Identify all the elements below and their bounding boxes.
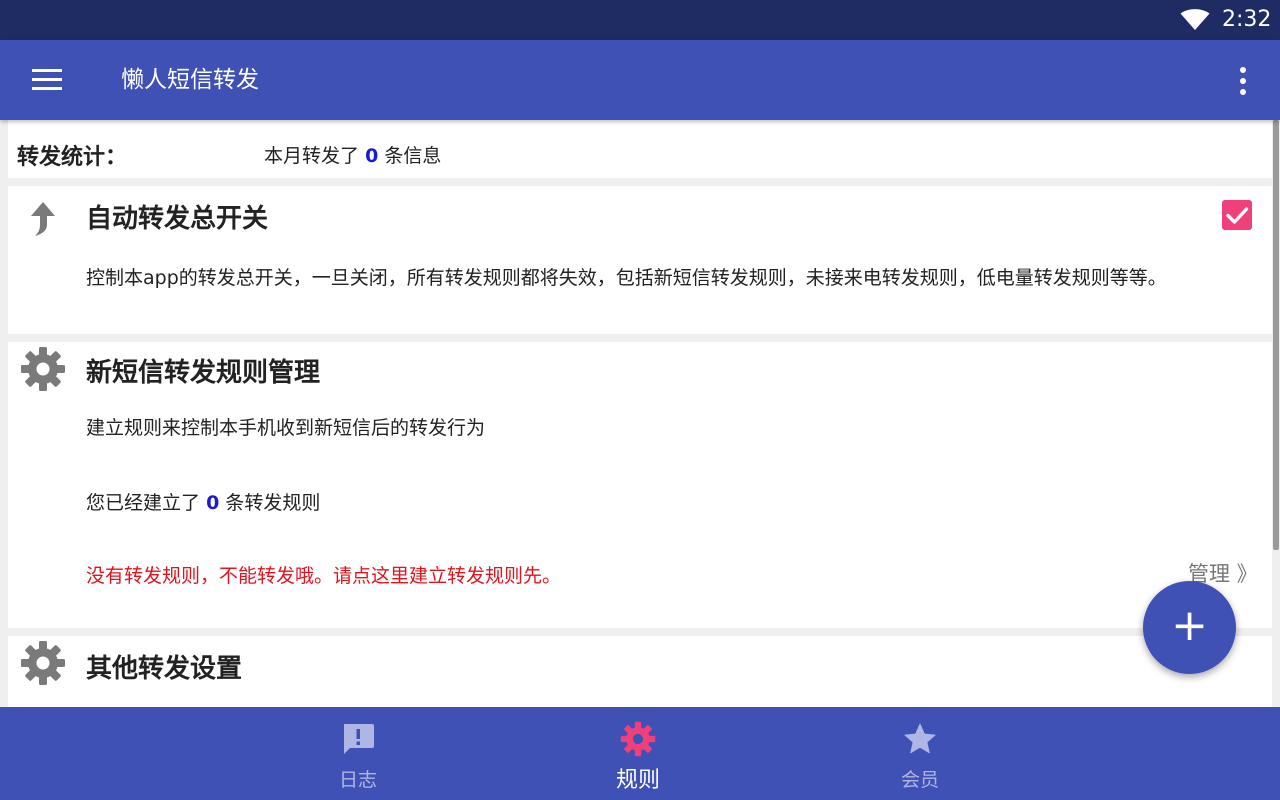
more-vert-icon[interactable] — [1230, 64, 1256, 98]
stats-count: 0 — [365, 145, 379, 167]
nav-log[interactable]: 日志 — [278, 707, 438, 800]
no-rules-warning-link[interactable]: 没有转发规则，不能转发哦。请点这里建立转发规则先。 — [86, 561, 561, 588]
forward-stats: 转发统计： 本月转发了 0 条信息 — [8, 120, 1272, 178]
rule-count-text: 您已经建立了 0 条转发规则 — [86, 491, 1186, 515]
auto-forward-checkbox[interactable] — [1222, 200, 1252, 230]
nav-rules[interactable]: 规则 — [558, 707, 718, 800]
status-time: 2:32 — [1222, 7, 1272, 32]
add-rule-button[interactable]: + — [1143, 581, 1236, 674]
stats-prefix: 本月转发了 — [264, 145, 360, 167]
forward-arrow-icon — [31, 202, 55, 236]
add-icon: + — [1171, 600, 1208, 651]
content-scrollbar[interactable] — [1273, 120, 1279, 550]
auto-forward-description: 控制本app的转发总开关，一旦关闭，所有转发规则都将失效，包括新短信转发规则，未… — [86, 267, 1167, 289]
rule-count: 0 — [206, 492, 220, 514]
nav-vip-label: 会员 — [900, 769, 939, 791]
wifi-icon — [1180, 9, 1210, 30]
auto-forward-card[interactable]: 自动转发总开关 控制本app的转发总开关，一旦关闭，所有转发规则都将失效，包括新… — [8, 186, 1272, 334]
auto-forward-title: 自动转发总开关 — [86, 204, 269, 234]
check-icon — [1226, 207, 1249, 224]
sms-rules-title: 新短信转发规则管理 — [86, 358, 321, 388]
sms-rules-description: 建立规则来控制本手机收到新短信后的转发行为 — [86, 417, 486, 439]
rules-content[interactable]: 转发统计： 本月转发了 0 条信息 自动转发总开关 控制本app的转发总开关，一… — [8, 120, 1272, 707]
nav-vip[interactable]: 会员 — [840, 707, 1000, 800]
nav-log-label: 日志 — [338, 769, 377, 791]
sms-rules-card[interactable]: 新短信转发规则管理 建立规则来控制本手机收到新短信后的转发行为 您已经建立了 0… — [8, 342, 1272, 628]
other-settings-card[interactable]: 其他转发设置 — [8, 636, 1272, 707]
message-alert-icon — [344, 724, 374, 754]
star-icon — [904, 723, 936, 754]
app-title: 懒人短信转发 — [121, 67, 259, 93]
gear-icon — [21, 347, 65, 391]
other-settings-title: 其他转发设置 — [86, 654, 243, 684]
app-bar: 懒人短信转发 — [0, 40, 1280, 120]
rule-count-suffix: 条转发规则 — [225, 492, 321, 514]
menu-icon[interactable] — [30, 66, 64, 94]
status-bar: 2:32 — [0, 0, 1280, 40]
bottom-navigation: 日志 规则 会员 — [0, 707, 1280, 800]
gear-icon — [620, 721, 656, 757]
gear-icon — [21, 641, 65, 685]
nav-rules-label: 规则 — [615, 768, 660, 793]
stats-label: 转发统计： — [17, 145, 128, 170]
stats-value: 本月转发了 0 条信息 — [264, 141, 441, 168]
rule-count-prefix: 您已经建立了 — [86, 492, 201, 514]
stats-suffix: 条信息 — [384, 145, 442, 167]
